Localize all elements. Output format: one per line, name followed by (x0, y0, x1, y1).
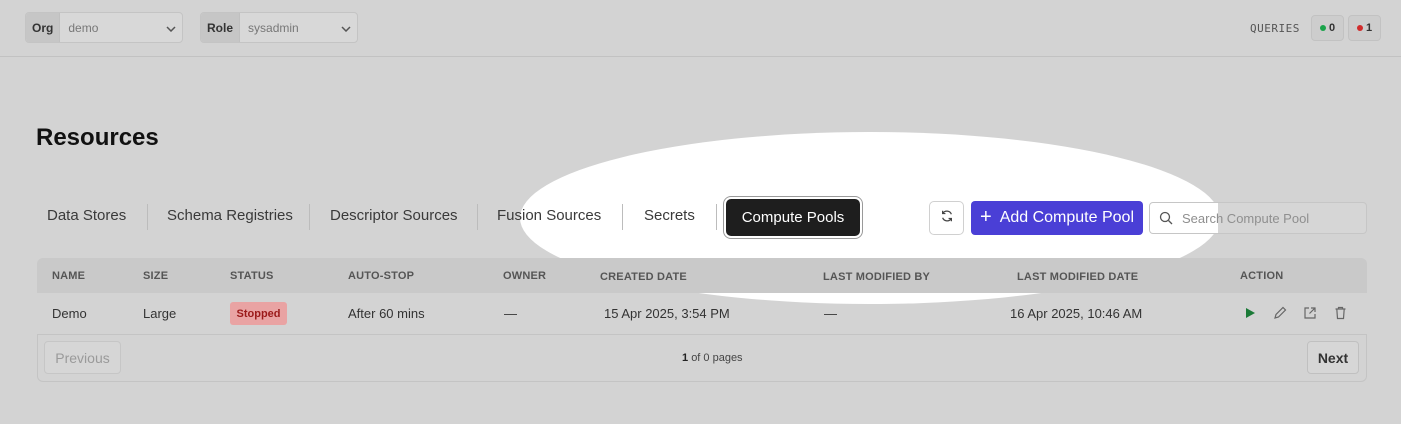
cell-size: Large (143, 306, 177, 321)
tab-schema-registries[interactable]: Schema Registries (167, 207, 293, 224)
page-count-text: of 0 pages (691, 352, 743, 364)
edit-icon[interactable] (1272, 305, 1288, 321)
chevron-down-icon (160, 21, 182, 35)
cell-created-date: 15 Apr 2025, 3:54 PM (604, 306, 730, 321)
chevron-down-icon (335, 21, 357, 35)
tab-divider (477, 204, 478, 230)
plus-icon: + (980, 206, 992, 228)
delete-icon[interactable] (1332, 305, 1348, 321)
cell-last-modified-date: 16 Apr 2025, 10:46 AM (1010, 306, 1143, 321)
column-header-last-modified-by: LAST MODIFIED BY (823, 271, 931, 283)
error-dot-icon (1356, 25, 1363, 31)
cell-auto-stop: After 60 mins (348, 306, 425, 321)
cell-name[interactable]: Demo (52, 306, 87, 321)
top-bar: Org demo Role sysadmin QUERIES 0 1 (0, 0, 1401, 57)
previous-page-button[interactable]: Previous (44, 341, 121, 374)
tab-secrets[interactable]: Secrets (644, 207, 695, 224)
start-icon[interactable] (1242, 305, 1258, 321)
org-value: demo (68, 20, 99, 35)
cell-last-modified-by: — (824, 306, 837, 321)
tab-divider (147, 204, 148, 230)
page-info: 1 of 0 pages (682, 352, 743, 364)
tab-compute-pools[interactable]: Compute Pools (726, 199, 860, 236)
status-badge: Stopped (230, 302, 287, 325)
open-external-icon[interactable] (1302, 305, 1318, 321)
success-dot-icon (1319, 25, 1326, 31)
tab-descriptor-sources[interactable]: Descriptor Sources (330, 207, 458, 224)
queries-error-badge[interactable]: 1 (1348, 15, 1381, 41)
tab-divider (622, 204, 623, 230)
column-header-auto-stop: AUTO-STOP (348, 270, 415, 282)
org-selector[interactable]: Org demo (25, 12, 183, 43)
role-value: sysadmin (248, 20, 299, 35)
refresh-icon (940, 209, 954, 228)
column-header-status: STATUS (230, 270, 274, 282)
next-page-button[interactable]: Next (1307, 341, 1359, 374)
tab-divider (309, 204, 310, 230)
refresh-button[interactable] (929, 201, 964, 235)
tab-data-stores[interactable]: Data Stores (47, 207, 126, 224)
tab-fusion-sources[interactable]: Fusion Sources (497, 207, 601, 224)
column-header-action: ACTION (1240, 270, 1284, 282)
current-page: 1 (682, 352, 689, 364)
queries-error-count: 1 (1365, 22, 1373, 34)
column-header-last-modified-date: LAST MODIFIED DATE (1017, 271, 1139, 283)
queries-label: QUERIES (1250, 22, 1300, 35)
org-label: Org (26, 13, 61, 42)
page-title: Resources (36, 124, 159, 151)
column-header-created-date: CREATED DATE (600, 271, 687, 283)
column-header-name: NAME (52, 270, 86, 282)
search-input[interactable] (1182, 203, 1362, 233)
role-label: Role (201, 13, 241, 42)
search-icon (1159, 211, 1173, 230)
column-header-owner: OWNER (503, 270, 547, 282)
add-compute-pool-button[interactable]: + Add Compute Pool (971, 201, 1143, 235)
cell-owner: — (504, 306, 517, 321)
queries-success-count: 0 (1328, 22, 1336, 34)
add-compute-pool-label: Add Compute Pool (999, 209, 1134, 226)
tab-divider (716, 204, 717, 230)
role-selector[interactable]: Role sysadmin (200, 12, 358, 43)
search-field[interactable] (1149, 202, 1367, 234)
queries-success-badge[interactable]: 0 (1311, 15, 1344, 41)
column-header-size: SIZE (143, 270, 169, 282)
